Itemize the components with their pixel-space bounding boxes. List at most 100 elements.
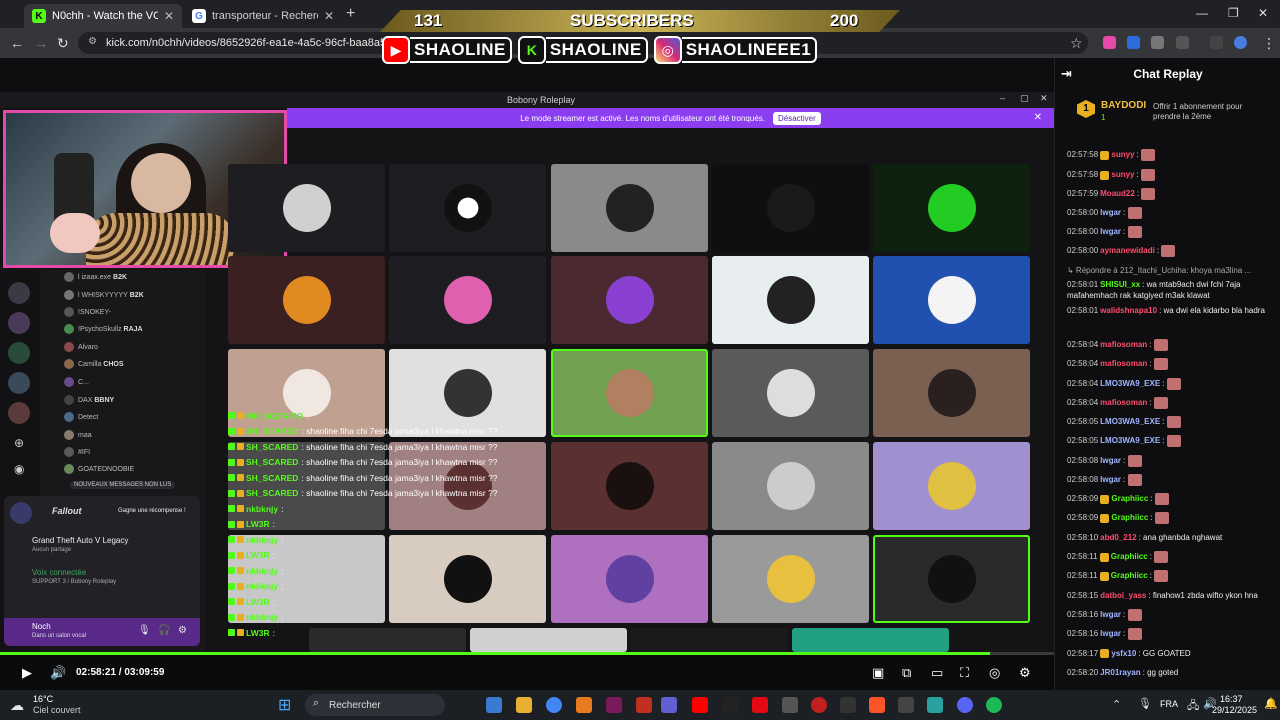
chat-username[interactable]: datboi_yass xyxy=(1100,591,1146,600)
chat-username[interactable]: lwgar xyxy=(1100,475,1121,484)
chat-timestamp: 02:58:00 xyxy=(1067,208,1099,218)
chat-username[interactable]: sunyy xyxy=(1111,150,1134,159)
seek-bar[interactable] xyxy=(0,652,1054,655)
extension-icon[interactable] xyxy=(1127,36,1140,49)
new-tab-icon[interactable]: + xyxy=(346,5,355,23)
chat-username[interactable]: lwgar xyxy=(1100,227,1121,236)
clock-time[interactable]: 16:37 xyxy=(1220,694,1243,704)
tab-google-search[interactable]: G transporteur - Recherche Goog ✕ xyxy=(184,4,342,28)
play-icon[interactable]: ▶ xyxy=(22,665,32,681)
voice-tile xyxy=(873,256,1030,344)
copilot-icon[interactable] xyxy=(486,697,502,713)
close-tab-icon[interactable]: ✕ xyxy=(158,9,174,23)
chat-message: 02:58:16 lwgar: xyxy=(1067,609,1277,621)
chat-username[interactable]: lwgar xyxy=(1100,610,1121,619)
chat-username[interactable]: Moaud22 xyxy=(1100,189,1135,198)
brave-icon[interactable] xyxy=(869,697,885,713)
start-icon[interactable]: ⊞ xyxy=(278,695,291,715)
overlay-chat-user: LW3R xyxy=(246,519,270,530)
clip-icon[interactable]: ⧉ xyxy=(902,665,911,681)
extension-icon[interactable] xyxy=(1151,36,1164,49)
chat-username[interactable]: Graphiicc xyxy=(1111,552,1148,561)
menu-kebab-icon[interactable]: ⋮ xyxy=(1262,35,1276,52)
chat-username[interactable]: LMO3WA9_EXE xyxy=(1100,379,1160,388)
chat-username[interactable]: ysfx10 xyxy=(1111,649,1136,658)
chat-text: : xyxy=(1162,417,1165,427)
mic-icon[interactable]: 🎙 xyxy=(1138,697,1152,710)
app-icon[interactable] xyxy=(576,697,592,713)
chat-timestamp: 02:58:08 xyxy=(1067,456,1099,466)
chat-text: : xyxy=(1123,475,1126,485)
clock-date[interactable]: 29/12/2025 xyxy=(1212,705,1257,715)
collapse-chat-icon[interactable]: ⇥ xyxy=(1061,66,1072,82)
instagram-icon: ◎ xyxy=(653,36,682,64)
weather-icon[interactable]: ☁ xyxy=(10,697,24,714)
back-icon[interactable]: ← xyxy=(10,35,24,51)
settings-gear-icon[interactable]: ⚙ xyxy=(1019,665,1031,681)
extensions-puzzle-icon[interactable] xyxy=(1176,36,1189,49)
chat-username[interactable]: mafiosoman xyxy=(1100,340,1147,349)
notification-icon[interactable]: 🔔 xyxy=(1264,697,1278,710)
chat-username[interactable]: abd0_212 xyxy=(1100,533,1136,542)
netflix-icon[interactable] xyxy=(752,697,768,713)
site-info-icon[interactable]: ⚙ xyxy=(88,36,97,47)
chat-username[interactable]: LMO3WA9_EXE xyxy=(1100,417,1160,426)
fullscreen-icon[interactable]: ⛶ xyxy=(960,665,969,681)
file-explorer-icon[interactable] xyxy=(516,697,532,713)
extension-icon[interactable] xyxy=(1103,36,1116,49)
app-icon[interactable] xyxy=(636,697,652,713)
chat-username[interactable]: lwgar xyxy=(1100,456,1121,465)
chat-username[interactable]: mafiosoman xyxy=(1100,398,1147,407)
forward-icon[interactable]: → xyxy=(34,35,48,51)
taskbar-search[interactable]: ⌕ Rechercher xyxy=(305,694,445,716)
tray-chevron-icon[interactable]: ⌃ xyxy=(1112,698,1121,711)
youtube-icon[interactable] xyxy=(692,697,708,713)
discord-icon[interactable] xyxy=(957,697,973,713)
chat-username[interactable]: JR01rayan xyxy=(1100,668,1140,677)
app-icon[interactable] xyxy=(606,697,622,713)
close-window-icon[interactable]: ✕ xyxy=(1258,6,1268,20)
tab-kick-vod[interactable]: K N0chh - Watch the VOD on Kic ✕ xyxy=(24,4,182,28)
chat-message: 02:58:11 Graphiicc: xyxy=(1067,551,1277,563)
close-tab-icon[interactable]: ✕ xyxy=(318,9,334,23)
language-indicator[interactable]: FRA xyxy=(1160,699,1178,709)
chat-username[interactable]: LMO3WA9_EXE xyxy=(1100,436,1160,445)
chat-username[interactable]: Graphiicc xyxy=(1111,571,1148,580)
reload-icon[interactable]: ↻ xyxy=(57,35,69,52)
chat-username[interactable]: mafiosoman xyxy=(1100,359,1147,368)
volume-icon[interactable]: 🔊 xyxy=(50,665,66,681)
teams-icon[interactable] xyxy=(661,697,677,713)
app-icon[interactable] xyxy=(811,697,827,713)
chat-message: 02:58:00 aymanewidadi: xyxy=(1067,245,1277,257)
quality-icon[interactable]: ◎ xyxy=(989,665,1000,681)
minimize-icon[interactable]: — xyxy=(1196,6,1208,20)
media-control-icon[interactable] xyxy=(1210,36,1223,49)
chat-timestamp: 02:58:09 xyxy=(1067,513,1099,523)
app-icon[interactable] xyxy=(898,697,914,713)
app-icon[interactable] xyxy=(927,697,943,713)
spotify-icon[interactable] xyxy=(986,697,1002,713)
chat-username[interactable]: lwgar xyxy=(1100,629,1121,638)
chat-username[interactable]: Graphiicc xyxy=(1111,513,1148,522)
pinned-user: BAYDODI xyxy=(1101,100,1147,111)
app-icon[interactable] xyxy=(722,697,738,713)
app-icon[interactable] xyxy=(782,697,798,713)
chat-timestamp: 02:58:16 xyxy=(1067,629,1099,639)
profile-avatar[interactable] xyxy=(1234,36,1247,49)
pip-icon[interactable]: ▣ xyxy=(872,665,884,681)
bookmark-star-icon[interactable]: ☆ xyxy=(1070,35,1083,52)
chat-username[interactable]: walidshnapa10 xyxy=(1100,306,1157,315)
chat-username[interactable]: aymanewidadi xyxy=(1100,246,1155,255)
app-icon[interactable] xyxy=(840,697,856,713)
chat-username[interactable]: lwgar xyxy=(1100,208,1121,217)
pinned-gift-leaderboard[interactable]: 1 BAYDODI 1 Offrir 1 abonnement pour pre… xyxy=(1073,96,1273,130)
network-icon[interactable]: 🖧 xyxy=(1187,697,1199,716)
chat-username[interactable]: sunyy xyxy=(1111,170,1134,179)
chat-text: : xyxy=(1162,379,1165,389)
chat-username[interactable]: SHISUI_xx xyxy=(1100,280,1140,289)
chat-username[interactable]: Graphiicc xyxy=(1111,494,1148,503)
maximize-icon[interactable]: ❐ xyxy=(1228,6,1239,20)
emote-image xyxy=(1127,628,1142,640)
theater-mode-icon[interactable]: ▭ xyxy=(931,665,943,681)
chrome-icon[interactable] xyxy=(546,697,562,713)
